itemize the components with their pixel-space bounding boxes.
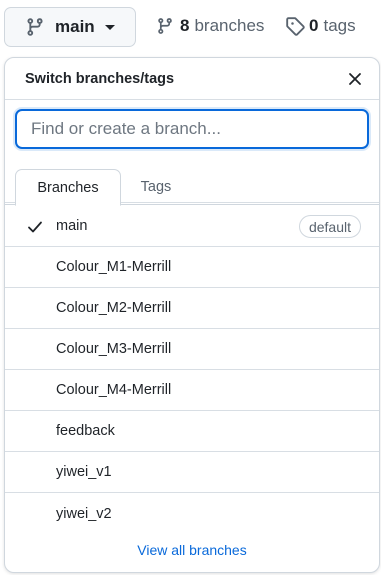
- git-branch-icon: [156, 17, 174, 35]
- git-branch-icon: [25, 17, 45, 37]
- check-icon: [27, 219, 43, 235]
- branch-item[interactable]: feedback: [5, 411, 379, 452]
- branch-item[interactable]: Colour_M3-Merrill: [5, 329, 379, 370]
- branch-name: Colour_M4-Merrill: [56, 382, 172, 398]
- branch-item[interactable]: yiwei_v1: [5, 452, 379, 493]
- branch-item-main[interactable]: main default: [5, 206, 379, 247]
- branch-name: feedback: [56, 423, 115, 439]
- branch-name: Colour_M3-Merrill: [56, 341, 172, 357]
- tags-count: 0: [309, 16, 319, 35]
- panel-title: Switch branches/tags: [25, 70, 175, 87]
- branch-list: main default Colour_M1-Merrill Colour_M2…: [5, 206, 379, 534]
- tags-label: tags: [323, 16, 356, 35]
- branch-name: Colour_M1-Merrill: [56, 259, 172, 275]
- branches-link[interactable]: 8 branches: [156, 16, 264, 36]
- chevron-down-icon: [104, 24, 115, 30]
- branch-switcher-panel: Switch branches/tags Branches Tags main …: [4, 57, 380, 573]
- branch-item[interactable]: Colour_M4-Merrill: [5, 370, 379, 411]
- branch-select-button[interactable]: main: [4, 7, 136, 47]
- branch-item[interactable]: Colour_M2-Merrill: [5, 288, 379, 329]
- branches-label: branches: [194, 16, 265, 35]
- tab-branches[interactable]: Branches: [15, 169, 121, 206]
- branch-name: Colour_M2-Merrill: [56, 300, 172, 316]
- close-icon[interactable]: [345, 69, 365, 89]
- repo-topbar: main 8 branches 0 tags: [0, 0, 381, 56]
- default-badge: default: [298, 215, 361, 238]
- tab-bar: Branches Tags: [5, 169, 379, 206]
- view-all-branches-link[interactable]: View all branches: [5, 542, 379, 558]
- panel-header: Switch branches/tags: [5, 58, 379, 100]
- branches-count: 8: [180, 16, 190, 35]
- tags-link[interactable]: 0 tags: [285, 16, 356, 36]
- tab-tags[interactable]: Tags: [123, 169, 189, 205]
- current-branch-name: main: [55, 17, 95, 36]
- branch-search-input[interactable]: [15, 109, 369, 149]
- branch-item[interactable]: yiwei_v2: [5, 493, 379, 534]
- tag-icon: [285, 16, 305, 36]
- branch-name: main: [56, 218, 88, 234]
- branch-name: yiwei_v2: [56, 505, 112, 522]
- branch-name: yiwei_v1: [56, 464, 112, 480]
- branch-item[interactable]: Colour_M1-Merrill: [5, 247, 379, 288]
